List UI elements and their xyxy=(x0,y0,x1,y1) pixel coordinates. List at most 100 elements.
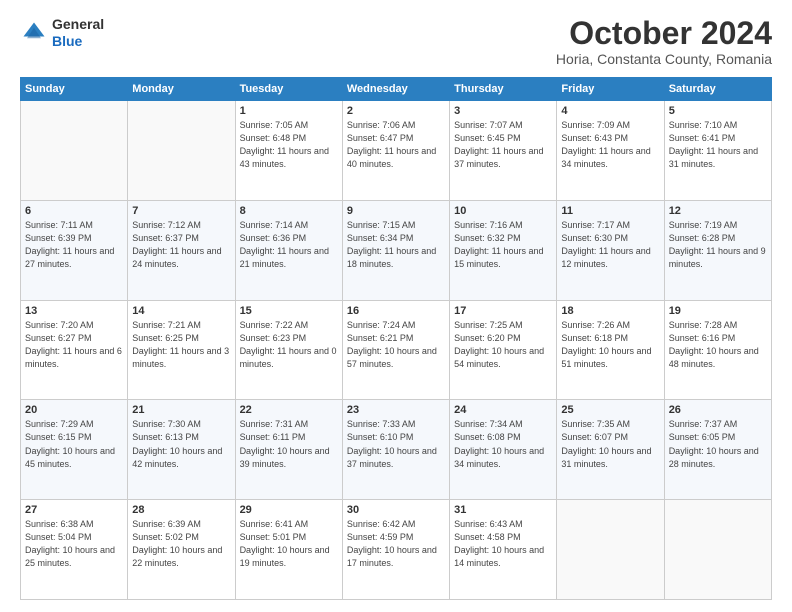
day-info: Sunrise: 7:12 AM Sunset: 6:37 PM Dayligh… xyxy=(132,219,230,271)
day-number: 11 xyxy=(561,205,659,217)
day-number: 6 xyxy=(25,205,123,217)
calendar-cell: 28 Sunrise: 6:39 AM Sunset: 5:02 PM Dayli… xyxy=(128,500,235,600)
calendar-cell: 25 Sunrise: 7:35 AM Sunset: 6:07 PM Dayli… xyxy=(557,400,664,500)
day-number: 22 xyxy=(240,404,338,416)
day-number: 19 xyxy=(669,305,767,317)
day-number: 7 xyxy=(132,205,230,217)
day-info: Sunrise: 7:35 AM Sunset: 6:07 PM Dayligh… xyxy=(561,418,659,470)
calendar-cell xyxy=(664,500,771,600)
day-number: 12 xyxy=(669,205,767,217)
day-info: Sunrise: 6:42 AM Sunset: 4:59 PM Dayligh… xyxy=(347,518,445,570)
day-number: 21 xyxy=(132,404,230,416)
calendar-table: SundayMondayTuesdayWednesdayThursdayFrid… xyxy=(20,77,772,600)
calendar-cell: 18 Sunrise: 7:26 AM Sunset: 6:18 PM Dayli… xyxy=(557,300,664,400)
calendar-cell: 23 Sunrise: 7:33 AM Sunset: 6:10 PM Dayli… xyxy=(342,400,449,500)
day-info: Sunrise: 6:39 AM Sunset: 5:02 PM Dayligh… xyxy=(132,518,230,570)
day-number: 20 xyxy=(25,404,123,416)
day-number: 24 xyxy=(454,404,552,416)
day-header-wednesday: Wednesday xyxy=(342,78,449,101)
day-info: Sunrise: 7:11 AM Sunset: 6:39 PM Dayligh… xyxy=(25,219,123,271)
calendar-cell: 15 Sunrise: 7:22 AM Sunset: 6:23 PM Dayli… xyxy=(235,300,342,400)
calendar-cell xyxy=(557,500,664,600)
calendar-week-1: 1 Sunrise: 7:05 AM Sunset: 6:48 PM Daylig… xyxy=(21,101,772,201)
day-number: 4 xyxy=(561,105,659,117)
day-info: Sunrise: 7:28 AM Sunset: 6:16 PM Dayligh… xyxy=(669,319,767,371)
day-number: 8 xyxy=(240,205,338,217)
calendar-cell: 4 Sunrise: 7:09 AM Sunset: 6:43 PM Daylig… xyxy=(557,101,664,201)
day-number: 10 xyxy=(454,205,552,217)
day-number: 28 xyxy=(132,504,230,516)
day-info: Sunrise: 7:22 AM Sunset: 6:23 PM Dayligh… xyxy=(240,319,338,371)
calendar-week-4: 20 Sunrise: 7:29 AM Sunset: 6:15 PM Dayli… xyxy=(21,400,772,500)
calendar-cell xyxy=(21,101,128,201)
day-info: Sunrise: 7:21 AM Sunset: 6:25 PM Dayligh… xyxy=(132,319,230,371)
day-info: Sunrise: 7:14 AM Sunset: 6:36 PM Dayligh… xyxy=(240,219,338,271)
day-number: 31 xyxy=(454,504,552,516)
day-number: 27 xyxy=(25,504,123,516)
day-info: Sunrise: 7:10 AM Sunset: 6:41 PM Dayligh… xyxy=(669,119,767,171)
day-number: 1 xyxy=(240,105,338,117)
day-header-saturday: Saturday xyxy=(664,78,771,101)
day-info: Sunrise: 7:25 AM Sunset: 6:20 PM Dayligh… xyxy=(454,319,552,371)
logo-text: General Blue xyxy=(52,16,104,50)
calendar-cell xyxy=(128,101,235,201)
day-info: Sunrise: 7:26 AM Sunset: 6:18 PM Dayligh… xyxy=(561,319,659,371)
calendar-cell: 13 Sunrise: 7:20 AM Sunset: 6:27 PM Dayli… xyxy=(21,300,128,400)
day-info: Sunrise: 7:29 AM Sunset: 6:15 PM Dayligh… xyxy=(25,418,123,470)
calendar-cell: 21 Sunrise: 7:30 AM Sunset: 6:13 PM Dayli… xyxy=(128,400,235,500)
day-number: 15 xyxy=(240,305,338,317)
calendar-cell: 17 Sunrise: 7:25 AM Sunset: 6:20 PM Dayli… xyxy=(450,300,557,400)
calendar-cell: 2Sunrise: 7:06 AM Sunset: 6:47 PM Daylig… xyxy=(342,101,449,201)
day-info: Sunrise: 7:30 AM Sunset: 6:13 PM Dayligh… xyxy=(132,418,230,470)
day-number: 25 xyxy=(561,404,659,416)
day-header-monday: Monday xyxy=(128,78,235,101)
calendar-cell: 16Sunrise: 7:24 AM Sunset: 6:21 PM Dayli… xyxy=(342,300,449,400)
month-title: October 2024 xyxy=(556,16,772,51)
day-header-friday: Friday xyxy=(557,78,664,101)
day-number: 17 xyxy=(454,305,552,317)
day-info: Sunrise: 7:20 AM Sunset: 6:27 PM Dayligh… xyxy=(25,319,123,371)
day-info: Sunrise: 7:09 AM Sunset: 6:43 PM Dayligh… xyxy=(561,119,659,171)
day-header-sunday: Sunday xyxy=(21,78,128,101)
day-info: Sunrise: 7:34 AM Sunset: 6:08 PM Dayligh… xyxy=(454,418,552,470)
day-number: 30 xyxy=(347,504,445,516)
calendar-week-2: 6 Sunrise: 7:11 AM Sunset: 6:39 PM Daylig… xyxy=(21,200,772,300)
calendar-cell: 14 Sunrise: 7:21 AM Sunset: 6:25 PM Dayli… xyxy=(128,300,235,400)
day-number: 29 xyxy=(240,504,338,516)
day-number: 18 xyxy=(561,305,659,317)
day-info: Sunrise: 7:33 AM Sunset: 6:10 PM Dayligh… xyxy=(347,418,445,470)
day-info: Sunrise: 7:05 AM Sunset: 6:48 PM Dayligh… xyxy=(240,119,338,171)
page: General Blue October 2024 Horia, Constan… xyxy=(0,0,792,612)
day-info: Sunrise: 7:19 AM Sunset: 6:28 PM Dayligh… xyxy=(669,219,767,271)
calendar-cell: 7 Sunrise: 7:12 AM Sunset: 6:37 PM Daylig… xyxy=(128,200,235,300)
day-info: Sunrise: 7:16 AM Sunset: 6:32 PM Dayligh… xyxy=(454,219,552,271)
calendar-cell: 5Sunrise: 7:10 AM Sunset: 6:41 PM Daylig… xyxy=(664,101,771,201)
logo: General Blue xyxy=(20,16,104,50)
calendar-cell: 3Sunrise: 7:07 AM Sunset: 6:45 PM Daylig… xyxy=(450,101,557,201)
day-number: 9 xyxy=(347,205,445,217)
day-info: Sunrise: 6:41 AM Sunset: 5:01 PM Dayligh… xyxy=(240,518,338,570)
calendar-cell: 10 Sunrise: 7:16 AM Sunset: 6:32 PM Dayli… xyxy=(450,200,557,300)
day-info: Sunrise: 6:38 AM Sunset: 5:04 PM Dayligh… xyxy=(25,518,123,570)
header: General Blue October 2024 Horia, Constan… xyxy=(20,16,772,67)
calendar-cell: 24 Sunrise: 7:34 AM Sunset: 6:08 PM Dayli… xyxy=(450,400,557,500)
calendar-cell: 1 Sunrise: 7:05 AM Sunset: 6:48 PM Daylig… xyxy=(235,101,342,201)
calendar-cell: 22 Sunrise: 7:31 AM Sunset: 6:11 PM Dayli… xyxy=(235,400,342,500)
calendar-cell: 12 Sunrise: 7:19 AM Sunset: 6:28 PM Dayli… xyxy=(664,200,771,300)
day-number: 26 xyxy=(669,404,767,416)
day-info: Sunrise: 7:15 AM Sunset: 6:34 PM Dayligh… xyxy=(347,219,445,271)
day-number: 14 xyxy=(132,305,230,317)
day-number: 23 xyxy=(347,404,445,416)
location: Horia, Constanta County, Romania xyxy=(556,51,772,67)
day-info: Sunrise: 7:17 AM Sunset: 6:30 PM Dayligh… xyxy=(561,219,659,271)
logo-icon xyxy=(20,19,48,47)
day-header-thursday: Thursday xyxy=(450,78,557,101)
calendar-week-3: 13 Sunrise: 7:20 AM Sunset: 6:27 PM Dayli… xyxy=(21,300,772,400)
calendar-cell: 9 Sunrise: 7:15 AM Sunset: 6:34 PM Daylig… xyxy=(342,200,449,300)
day-info: Sunrise: 7:06 AM Sunset: 6:47 PM Dayligh… xyxy=(347,119,445,171)
calendar-cell: 31Sunrise: 6:43 AM Sunset: 4:58 PM Dayli… xyxy=(450,500,557,600)
calendar-week-5: 27 Sunrise: 6:38 AM Sunset: 5:04 PM Dayli… xyxy=(21,500,772,600)
day-info: Sunrise: 7:31 AM Sunset: 6:11 PM Dayligh… xyxy=(240,418,338,470)
day-info: Sunrise: 7:07 AM Sunset: 6:45 PM Dayligh… xyxy=(454,119,552,171)
day-number: 13 xyxy=(25,305,123,317)
